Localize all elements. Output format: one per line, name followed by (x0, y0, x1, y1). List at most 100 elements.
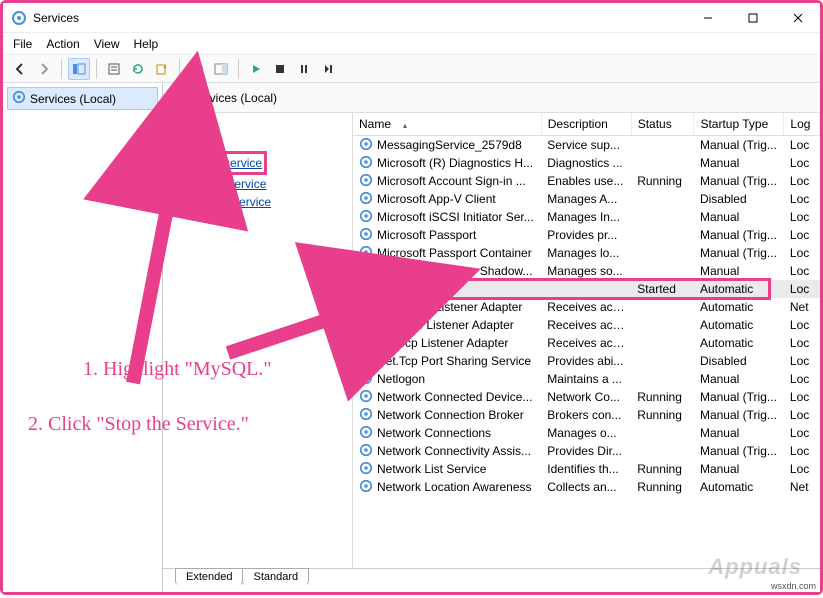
service-icon (359, 137, 373, 154)
col-logon[interactable]: Log (784, 113, 820, 136)
stop-service-link[interactable]: Stop the service (176, 154, 262, 172)
service-row[interactable]: Microsoft Account Sign-in ...Enables use… (353, 172, 820, 190)
window-title: Services (33, 11, 79, 25)
maximize-button[interactable] (730, 3, 775, 33)
service-icon (359, 317, 373, 334)
service-row[interactable]: Network List ServiceIdentifies th...Runn… (353, 460, 820, 478)
service-status-cell (631, 424, 694, 442)
service-row[interactable]: Microsoft App-V ClientManages A...Disabl… (353, 190, 820, 208)
service-icon (359, 245, 373, 262)
service-list[interactable]: Name▴ Description Status Startup Type Lo… (353, 113, 820, 568)
service-desc-cell: Provides Dir... (541, 442, 631, 460)
service-logon-cell: Loc (784, 316, 820, 334)
service-row[interactable]: MessagingService_2579d8Service sup...Man… (353, 136, 820, 155)
service-startup-cell: Automatic (694, 316, 784, 334)
service-logon-cell: Loc (784, 190, 820, 208)
service-name-cell: Netlogon (377, 372, 425, 386)
service-icon (359, 227, 373, 244)
service-row[interactable]: Net.Tcp Listener AdapterReceives act...A… (353, 334, 820, 352)
service-name-cell: MySQL (377, 282, 417, 296)
service-icon (359, 389, 373, 406)
service-logon-cell: Net (784, 478, 820, 496)
help-button[interactable]: ? (186, 58, 208, 80)
restart-service-button[interactable] (317, 58, 339, 80)
service-status-cell (631, 316, 694, 334)
service-status-cell (631, 370, 694, 388)
service-logon-cell: Loc (784, 226, 820, 244)
col-description[interactable]: Description (541, 113, 631, 136)
service-name-cell: Microsoft App-V Client (377, 192, 496, 206)
show-hide-tree-button[interactable] (68, 58, 90, 80)
service-row[interactable]: NetlogonMaintains a ...ManualLoc (353, 370, 820, 388)
service-desc-cell: Network Co... (541, 388, 631, 406)
properties-button[interactable] (103, 58, 125, 80)
service-name-cell: Microsoft Passport (377, 228, 476, 242)
service-logon-cell: Loc (784, 388, 820, 406)
stop-service-button[interactable] (269, 58, 291, 80)
service-status-cell (631, 208, 694, 226)
export-button[interactable] (151, 58, 173, 80)
service-row[interactable]: Net.Tcp Port Sharing ServiceProvides abi… (353, 352, 820, 370)
service-row[interactable]: Microsoft PassportProvides pr...Manual (… (353, 226, 820, 244)
service-name-cell: Net.Tcp Listener Adapter (377, 336, 508, 350)
col-startup[interactable]: Startup Type (694, 113, 784, 136)
service-row[interactable]: MySQLStartedAutomaticLoc (353, 280, 820, 298)
service-row[interactable]: Network Connection BrokerBrokers con...R… (353, 406, 820, 424)
service-row[interactable]: Microsoft iSCSI Initiator Ser...Manages … (353, 208, 820, 226)
pause-service-link[interactable]: Pause the service (171, 175, 344, 193)
service-status-cell: Running (631, 388, 694, 406)
service-logon-cell: Loc (784, 406, 820, 424)
service-startup-cell: Automatic (694, 478, 784, 496)
restart-service-link[interactable]: Restart the service (171, 193, 344, 211)
tree-root-item[interactable]: Services (Local) (7, 87, 158, 110)
tab-extended[interactable]: Extended (175, 568, 243, 585)
minimize-button[interactable] (685, 3, 730, 33)
service-row[interactable]: Network Location AwarenessCollects an...… (353, 478, 820, 496)
col-status[interactable]: Status (631, 113, 694, 136)
service-logon-cell: Loc (784, 172, 820, 190)
menu-view[interactable]: View (94, 37, 120, 51)
menu-help[interactable]: Help (134, 37, 159, 51)
refresh-button[interactable] (127, 58, 149, 80)
col-name[interactable]: Name▴ (353, 113, 541, 136)
service-logon-cell: Net (784, 298, 820, 316)
service-row[interactable]: Network Connectivity Assis...Provides Di… (353, 442, 820, 460)
service-row[interactable]: Network ConnectionsManages o...ManualLoc (353, 424, 820, 442)
start-service-button[interactable] (245, 58, 267, 80)
service-icon (359, 443, 373, 460)
service-status-cell (631, 190, 694, 208)
pause-service-button[interactable] (293, 58, 315, 80)
service-row[interactable]: Net.Msmq Listener AdapterReceives act...… (353, 298, 820, 316)
credit: wsxdn.com (771, 581, 816, 591)
service-startup-cell: Manual (694, 460, 784, 478)
service-name-cell: Microsoft (R) Diagnostics H... (377, 156, 533, 170)
service-status-cell: Running (631, 172, 694, 190)
tab-standard[interactable]: Standard (242, 568, 309, 585)
service-name-cell: Network Connections (377, 426, 491, 440)
back-button[interactable] (9, 58, 31, 80)
service-row[interactable]: Microsoft (R) Diagnostics H...Diagnostic… (353, 154, 820, 172)
service-logon-cell: Loc (784, 352, 820, 370)
service-row[interactable]: Microsoft Software Shadow...Manages so..… (353, 262, 820, 280)
service-name-cell: Microsoft Software Shadow... (377, 264, 532, 278)
service-row[interactable]: Net.Pipe Listener AdapterReceives act...… (353, 316, 820, 334)
service-desc-cell (541, 280, 631, 298)
tree-pane: Services (Local) (3, 83, 163, 592)
forward-button[interactable] (33, 58, 55, 80)
action-pane-button[interactable] (210, 58, 232, 80)
service-desc-cell: Manages A... (541, 190, 631, 208)
service-row[interactable]: Microsoft Passport ContainerManages lo..… (353, 244, 820, 262)
titlebar: Services (3, 3, 820, 33)
right-pane: Services (Local) MySQL Stop the service … (163, 83, 820, 592)
close-button[interactable] (775, 3, 820, 33)
service-status-cell (631, 334, 694, 352)
service-desc-cell: Maintains a ... (541, 370, 631, 388)
service-status-cell (631, 442, 694, 460)
menu-action[interactable]: Action (46, 37, 79, 51)
service-startup-cell: Automatic (694, 334, 784, 352)
service-startup-cell: Manual (Trig... (694, 226, 784, 244)
service-status-cell (631, 226, 694, 244)
menu-file[interactable]: File (13, 37, 32, 51)
menubar: File Action View Help (3, 33, 820, 55)
service-row[interactable]: Network Connected Device...Network Co...… (353, 388, 820, 406)
